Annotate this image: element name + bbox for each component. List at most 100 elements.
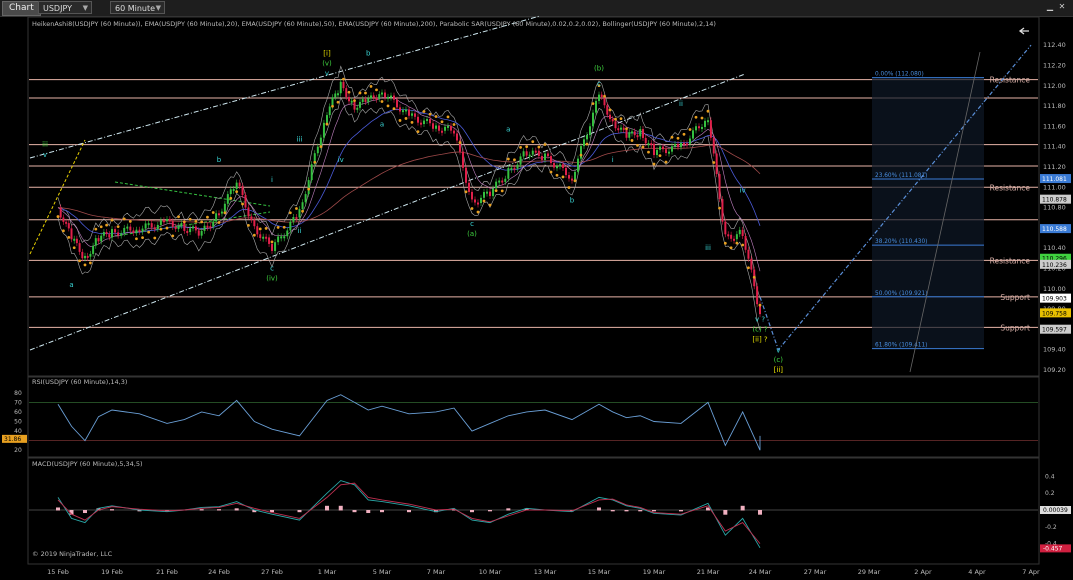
sar-dot: [83, 263, 87, 267]
candle: [384, 92, 386, 98]
candle: [132, 230, 135, 234]
candle: [659, 146, 661, 150]
sar-dot: [700, 116, 704, 120]
candle: [62, 217, 65, 222]
sar-dot: [625, 127, 628, 131]
sar-dot: [476, 210, 480, 214]
candle: [504, 178, 507, 182]
candle: [144, 223, 147, 229]
rsi-panel: [27, 376, 1040, 458]
candle: [150, 223, 153, 228]
candle: [247, 207, 250, 217]
macd-histogram-bar: [597, 507, 601, 511]
candle: [750, 258, 753, 270]
sar-dot: [525, 145, 529, 149]
candle: [707, 120, 709, 123]
macd-histogram-bar: [740, 505, 745, 511]
candle: [283, 236, 286, 239]
sar-dot: [347, 90, 351, 94]
candle: [540, 156, 543, 160]
wave-label: (c): [774, 356, 784, 364]
candle: [525, 151, 528, 156]
candle: [108, 234, 111, 238]
sar-dot: [288, 211, 292, 215]
candle: [721, 199, 724, 222]
candle: [123, 227, 126, 234]
sar-dot: [670, 135, 674, 139]
candle: [370, 95, 372, 99]
level-label: Resistance: [990, 183, 1031, 192]
sar-dot: [247, 223, 250, 227]
price-marker-label: 111.081: [1042, 176, 1067, 183]
sar-dot: [258, 227, 262, 231]
candle: [680, 142, 682, 148]
sar-dot: [494, 189, 498, 193]
macd-histogram-bar: [234, 508, 239, 511]
macd-histogram-bar: [407, 510, 411, 513]
candle: [235, 182, 238, 189]
candle: [387, 96, 389, 99]
fib-zone: [872, 77, 984, 349]
candle: [408, 109, 410, 116]
candle: [174, 226, 177, 230]
candle: [65, 221, 68, 224]
candle: [166, 219, 168, 222]
candle: [356, 107, 359, 110]
wave-label: iii: [297, 136, 303, 144]
candle: [129, 226, 132, 231]
candle: [712, 137, 715, 154]
candle: [73, 238, 76, 241]
sar-dot: [270, 240, 274, 244]
y-tick-label: 111.60: [1043, 122, 1066, 130]
candle: [453, 130, 455, 134]
x-tick-label: 27 Mar: [804, 568, 827, 576]
wave-label: (a): [467, 230, 477, 238]
chart-canvas[interactable]: Resistance Resistance Resistance Support Sup…: [0, 0, 1073, 580]
rsi-tick: 20: [14, 447, 22, 454]
sar-dot: [758, 303, 762, 307]
candle: [733, 238, 735, 241]
candle: [102, 232, 105, 236]
candle: [603, 96, 606, 106]
macd-value: 0.00039: [1043, 507, 1068, 514]
x-tick-label: 21 Feb: [156, 568, 178, 576]
candle: [598, 94, 600, 101]
candle: [622, 127, 625, 130]
candle: [571, 178, 573, 181]
candle: [744, 236, 747, 250]
macd-histogram-bar: [83, 510, 87, 514]
candle: [611, 118, 614, 122]
candle: [105, 232, 108, 235]
sar-dot: [712, 161, 716, 164]
candle: [411, 113, 413, 116]
wave-label: v ?: [755, 315, 765, 323]
candle: [156, 224, 159, 230]
candle: [534, 150, 537, 153]
x-tick-label: 15 Mar: [588, 568, 611, 576]
candle: [253, 219, 256, 227]
candle: [250, 216, 253, 220]
sar-dot: [264, 227, 268, 230]
candle: [583, 139, 585, 147]
sar-dot: [416, 130, 420, 134]
sar-dot: [171, 234, 175, 238]
wave-label: (v): [322, 59, 332, 67]
candle: [501, 180, 504, 183]
candle: [367, 98, 370, 103]
candle: [498, 180, 501, 183]
macd-histogram-bar: [325, 505, 329, 511]
sar-dot: [72, 246, 76, 250]
candle: [81, 251, 84, 259]
candle: [738, 229, 741, 235]
candle: [495, 181, 498, 189]
sar-dot: [519, 146, 522, 149]
wave-label: a: [380, 120, 384, 128]
x-tick-label: 7 Mar: [427, 568, 446, 576]
sar-dot: [636, 143, 639, 147]
y-tick-label: 110.80: [1043, 204, 1066, 212]
candle: [192, 226, 194, 229]
candle: [550, 156, 552, 164]
candle: [310, 164, 313, 181]
sar-dot: [440, 120, 444, 124]
sar-dot: [194, 220, 198, 223]
